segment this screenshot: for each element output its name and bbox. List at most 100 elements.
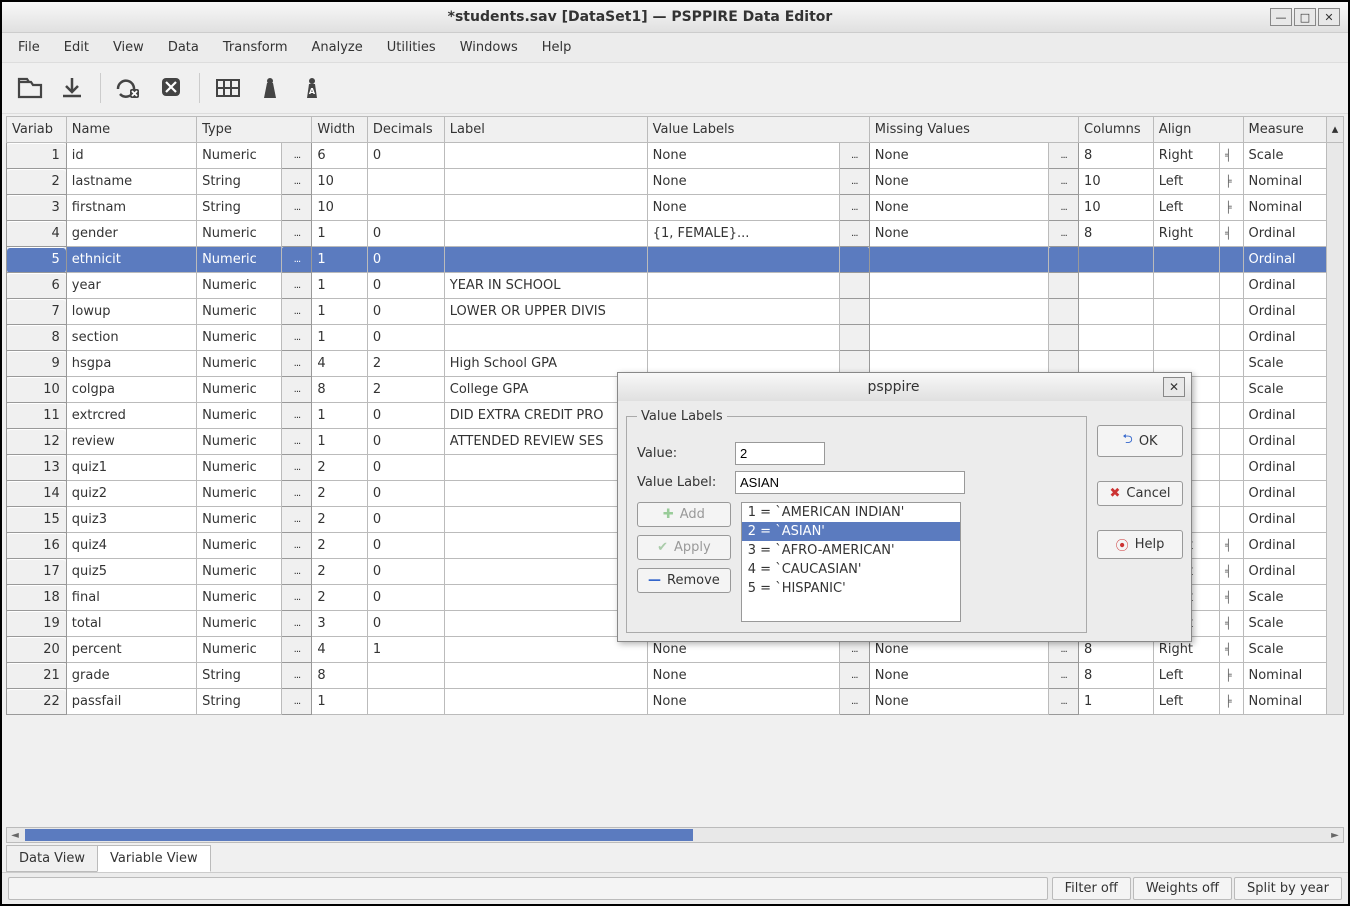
- type-ellipsis-button[interactable]: ...: [282, 299, 312, 325]
- row-header[interactable]: 12: [7, 429, 67, 455]
- cell-measure[interactable]: Scale: [1243, 585, 1326, 611]
- cell-name[interactable]: total: [66, 611, 196, 637]
- cell-decimals[interactable]: 0: [367, 507, 444, 533]
- value-input[interactable]: [735, 442, 825, 465]
- row-header[interactable]: 7: [7, 299, 67, 325]
- cell-columns[interactable]: 8: [1079, 143, 1154, 169]
- cell-columns[interactable]: [1079, 273, 1154, 299]
- cell-align[interactable]: [1153, 325, 1219, 351]
- cell-label[interactable]: [444, 143, 647, 169]
- row-header[interactable]: 4: [7, 221, 67, 247]
- col-name[interactable]: Name: [66, 117, 196, 143]
- menu-utilities[interactable]: Utilities: [377, 37, 446, 58]
- cell-value-labels[interactable]: [647, 247, 839, 273]
- dialog-titlebar[interactable]: psppire ✕: [618, 373, 1191, 401]
- type-ellipsis-button[interactable]: ...: [282, 429, 312, 455]
- insert-case-icon[interactable]: [210, 71, 246, 105]
- type-ellipsis-button[interactable]: ...: [282, 507, 312, 533]
- type-ellipsis-button[interactable]: ...: [282, 559, 312, 585]
- list-item[interactable]: 2 = `ASIAN': [742, 522, 960, 541]
- cell-label[interactable]: [444, 325, 647, 351]
- cell-name[interactable]: quiz1: [66, 455, 196, 481]
- cell-align[interactable]: [1153, 273, 1219, 299]
- cell-decimals[interactable]: 0: [367, 299, 444, 325]
- row-header[interactable]: 17: [7, 559, 67, 585]
- cell-columns[interactable]: 1: [1079, 689, 1154, 715]
- cell-missing[interactable]: None: [869, 689, 1048, 715]
- goto-variable-icon[interactable]: [153, 71, 189, 105]
- cell-missing[interactable]: None: [869, 195, 1048, 221]
- vertical-scrollbar[interactable]: [1326, 143, 1343, 715]
- row-header[interactable]: 19: [7, 611, 67, 637]
- cell-measure[interactable]: Ordinal: [1243, 403, 1326, 429]
- col-variable[interactable]: Variab: [7, 117, 67, 143]
- cell-width[interactable]: 1: [312, 247, 368, 273]
- cell-type[interactable]: Numeric: [197, 429, 282, 455]
- table-row[interactable]: 4genderNumeric...10{1, FEMALE}......None…: [7, 221, 1344, 247]
- cell-name[interactable]: quiz3: [66, 507, 196, 533]
- cell-decimals[interactable]: 0: [367, 247, 444, 273]
- cell-value-labels[interactable]: None: [647, 689, 839, 715]
- cell-name[interactable]: quiz4: [66, 533, 196, 559]
- list-item[interactable]: 5 = `HISPANIC': [742, 579, 960, 598]
- type-ellipsis-button[interactable]: ...: [282, 169, 312, 195]
- weight-cases-icon[interactable]: [252, 71, 288, 105]
- cell-measure[interactable]: Ordinal: [1243, 429, 1326, 455]
- menu-view[interactable]: View: [103, 37, 154, 58]
- close-button[interactable]: ✕: [1318, 8, 1340, 26]
- cell-width[interactable]: 2: [312, 533, 368, 559]
- type-ellipsis-button[interactable]: ...: [282, 221, 312, 247]
- row-header[interactable]: 11: [7, 403, 67, 429]
- cell-measure[interactable]: Ordinal: [1243, 247, 1326, 273]
- row-header[interactable]: 2: [7, 169, 67, 195]
- missing-ellipsis-button[interactable]: [1049, 273, 1079, 299]
- cell-width[interactable]: 2: [312, 481, 368, 507]
- cell-decimals[interactable]: [367, 689, 444, 715]
- cell-measure[interactable]: Scale: [1243, 377, 1326, 403]
- cell-measure[interactable]: Ordinal: [1243, 325, 1326, 351]
- remove-button[interactable]: —Remove: [637, 568, 731, 593]
- cell-missing[interactable]: None: [869, 663, 1048, 689]
- tab-data-view[interactable]: Data View: [6, 845, 98, 872]
- cell-type[interactable]: Numeric: [197, 507, 282, 533]
- value-labels-ellipsis-button[interactable]: ...: [839, 689, 869, 715]
- cell-name[interactable]: gender: [66, 221, 196, 247]
- cell-width[interactable]: 1: [312, 221, 368, 247]
- status-filter[interactable]: Filter off: [1052, 877, 1131, 900]
- cell-decimals[interactable]: [367, 663, 444, 689]
- type-ellipsis-button[interactable]: ...: [282, 455, 312, 481]
- cell-measure[interactable]: Nominal: [1243, 169, 1326, 195]
- col-width[interactable]: Width: [312, 117, 368, 143]
- table-row[interactable]: 21gradeString...8None...None...8Left╞Nom…: [7, 663, 1344, 689]
- cell-value-labels[interactable]: None: [647, 663, 839, 689]
- missing-ellipsis-button[interactable]: ...: [1049, 689, 1079, 715]
- row-header[interactable]: 13: [7, 455, 67, 481]
- cell-width[interactable]: 4: [312, 637, 368, 663]
- cell-name[interactable]: review: [66, 429, 196, 455]
- missing-ellipsis-button[interactable]: ...: [1049, 195, 1079, 221]
- goto-case-icon[interactable]: [111, 71, 147, 105]
- tab-variable-view[interactable]: Variable View: [97, 845, 211, 872]
- cell-label[interactable]: [444, 221, 647, 247]
- cell-decimals[interactable]: 0: [367, 559, 444, 585]
- value-labels-ellipsis-button[interactable]: ...: [839, 221, 869, 247]
- cell-type[interactable]: Numeric: [197, 377, 282, 403]
- cell-decimals[interactable]: 2: [367, 351, 444, 377]
- cell-measure[interactable]: Ordinal: [1243, 559, 1326, 585]
- cell-decimals[interactable]: [367, 195, 444, 221]
- cell-width[interactable]: 1: [312, 689, 368, 715]
- cell-width[interactable]: 4: [312, 351, 368, 377]
- cell-align[interactable]: [1153, 247, 1219, 273]
- cell-type[interactable]: Numeric: [197, 559, 282, 585]
- cell-name[interactable]: lowup: [66, 299, 196, 325]
- cell-name[interactable]: extrcred: [66, 403, 196, 429]
- cell-width[interactable]: 8: [312, 663, 368, 689]
- cell-align[interactable]: Left: [1153, 663, 1219, 689]
- help-button[interactable]: ⦿Help: [1097, 530, 1183, 559]
- menu-data[interactable]: Data: [158, 37, 209, 58]
- cell-name[interactable]: percent: [66, 637, 196, 663]
- cell-decimals[interactable]: 0: [367, 533, 444, 559]
- menu-transform[interactable]: Transform: [213, 37, 298, 58]
- cell-width[interactable]: 3: [312, 611, 368, 637]
- table-row[interactable]: 3firstnamString...10None...None...10Left…: [7, 195, 1344, 221]
